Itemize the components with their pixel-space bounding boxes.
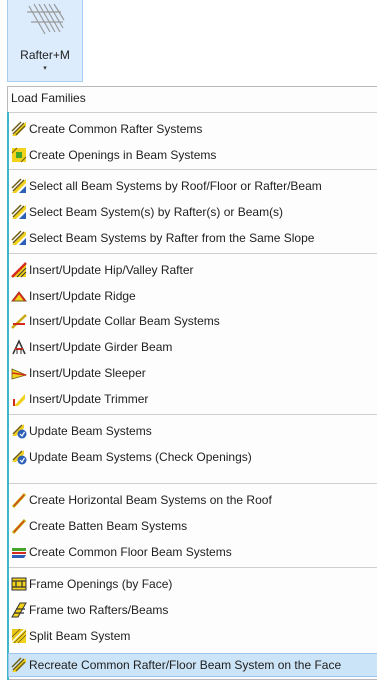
menu-item-create-common-floor-beam-systems[interactable]: Create Common Floor Beam Systems <box>11 541 232 563</box>
menu-item-label: Frame two Rafters/Beams <box>29 603 169 617</box>
recreate-system-icon <box>11 657 26 672</box>
menu-item-label: Insert/Update Hip/Valley Rafter <box>29 263 194 277</box>
frame-openings-icon <box>11 577 27 591</box>
chevron-down-icon: ▾ <box>43 65 47 72</box>
openings-icon <box>11 147 27 163</box>
rafter-menu-ribbon-button[interactable]: Rafter+M ▾ <box>7 0 83 82</box>
menu-item-update-beam-systems[interactable]: Update Beam Systems <box>11 420 152 442</box>
menu-separator <box>9 483 377 484</box>
split-system-icon <box>11 628 27 644</box>
menu-item-label: Select Beam Systems by Rafter from the S… <box>29 231 315 245</box>
menu-item-recreate-common-rafter-floor-beam-system[interactable]: Recreate Common Rafter/Floor Beam System… <box>8 653 377 677</box>
menu-item-create-openings[interactable]: Create Openings in Beam Systems <box>11 144 216 166</box>
menu-item-label: Insert/Update Trimmer <box>29 392 149 406</box>
menu-item-label: Insert/Update Collar Beam Systems <box>29 314 220 328</box>
ribbon-button-label: Rafter+M <box>20 48 70 62</box>
select-systems-icon <box>11 178 26 193</box>
menu-item-create-batten-beam-systems[interactable]: Create Batten Beam Systems <box>11 515 187 537</box>
menu-item-label: Recreate Common Rafter/Floor Beam System… <box>29 658 342 672</box>
select-systems-icon <box>11 204 26 219</box>
menu-item-insert-ridge[interactable]: Insert/Update Ridge <box>11 285 136 307</box>
menu-accent-bar <box>7 112 9 680</box>
menu-item-insert-girder-beam[interactable]: Insert/Update Girder Beam <box>11 336 172 358</box>
menu-separator <box>9 567 377 568</box>
menu-item-create-common-rafter-systems[interactable]: Create Common Rafter Systems <box>11 118 202 140</box>
collar-beam-icon <box>11 314 27 329</box>
menu-separator <box>9 112 377 113</box>
rafter-system-icon <box>11 121 26 136</box>
menu-item-update-beam-systems-check-openings[interactable]: Update Beam Systems (Check Openings) <box>11 446 252 468</box>
frame-rafters-icon <box>11 602 27 618</box>
menu-item-label: Frame Openings (by Face) <box>29 577 173 591</box>
menu-item-label: Create Batten Beam Systems <box>29 519 188 533</box>
batten-icon <box>11 518 27 534</box>
menu-item-insert-hip-valley-rafter[interactable]: Insert/Update Hip/Valley Rafter <box>11 259 194 281</box>
ridge-icon <box>11 291 27 302</box>
menu-item-split-beam-system[interactable]: Split Beam System <box>11 625 130 647</box>
menu-item-select-beam-systems-same-slope[interactable]: Select Beam Systems by Rafter from the S… <box>11 227 314 249</box>
menu-separator <box>9 253 377 254</box>
trimmer-icon <box>13 394 25 406</box>
menu-item-select-all-beam-systems[interactable]: Select all Beam Systems by Roof/Floor or… <box>11 175 322 197</box>
menu-item-load-families[interactable]: Load Families <box>11 91 86 105</box>
menu-item-label: Create Openings in Beam Systems <box>29 148 217 162</box>
sleeper-icon <box>11 368 27 380</box>
menu-item-insert-collar-beam[interactable]: Insert/Update Collar Beam Systems <box>11 310 220 332</box>
rafter-roof-large-icon <box>27 3 65 35</box>
menu-separator <box>9 169 377 170</box>
menu-item-create-horizontal-beam-systems[interactable]: Create Horizontal Beam Systems on the Ro… <box>11 489 272 511</box>
select-systems-icon <box>11 230 26 245</box>
menu-item-label: Select all Beam Systems by Roof/Floor or… <box>29 179 322 193</box>
menu-item-label: Split Beam System <box>29 629 131 643</box>
menu-item-label: Insert/Update Ridge <box>29 289 136 303</box>
menu-item-label: Create Common Rafter Systems <box>29 122 203 136</box>
menu-item-frame-two-rafters[interactable]: Frame two Rafters/Beams <box>11 599 168 621</box>
update-systems-icon <box>12 450 27 465</box>
menu-item-label: Create Horizontal Beam Systems on the Ro… <box>29 493 272 507</box>
floor-beam-icon <box>12 548 26 558</box>
menu-item-insert-trimmer[interactable]: Insert/Update Trimmer <box>11 388 148 410</box>
menu-item-label: Create Common Floor Beam Systems <box>29 545 232 559</box>
menu-item-label: Insert/Update Girder Beam <box>29 340 173 354</box>
update-systems-icon <box>12 424 27 439</box>
horizontal-beam-icon <box>11 492 27 508</box>
menu-item-label: Select Beam System(s) by Rafter(s) or Be… <box>29 205 284 219</box>
menu-separator <box>9 414 377 415</box>
menu-item-label: Update Beam Systems <box>29 424 152 438</box>
menu-item-label: Update Beam Systems (Check Openings) <box>29 450 252 464</box>
menu-item-select-beam-systems-by-rafters[interactable]: Select Beam System(s) by Rafter(s) or Be… <box>11 201 283 223</box>
menu-item-insert-sleeper[interactable]: Insert/Update Sleeper <box>11 362 146 384</box>
hip-valley-icon <box>11 262 27 278</box>
girder-beam-icon <box>12 339 26 355</box>
menu-item-frame-openings[interactable]: Frame Openings (by Face) <box>11 573 172 595</box>
menu-item-label: Insert/Update Sleeper <box>29 366 146 380</box>
